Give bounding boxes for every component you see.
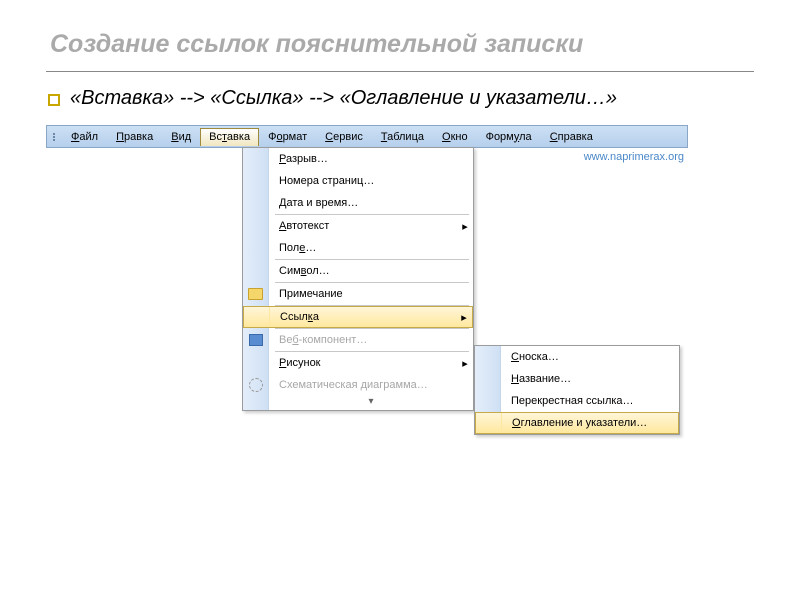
menu-item-label: Символ… — [269, 265, 457, 277]
slide-title: Создание ссылок пояснительной записки — [46, 30, 754, 59]
screenshot: ФайлПравкаВидВставкаФорматСервисТаблицаО… — [46, 125, 688, 455]
menu-item: Веб-компонент… — [243, 329, 473, 351]
submenu-item-icon — [475, 368, 501, 390]
menu-item-icon — [243, 352, 269, 374]
submenu-item[interactable]: Оглавление и указатели… — [475, 412, 679, 434]
submenu-item-icon — [475, 346, 501, 368]
submenu-item[interactable]: Перекрестная ссылка… — [475, 390, 679, 412]
menu-item-icon — [243, 374, 269, 396]
menu-файл[interactable]: Файл — [62, 128, 107, 146]
menu-item-icon — [243, 215, 269, 237]
menu-item[interactable]: Дата и время… — [243, 192, 473, 214]
menu-item[interactable]: Автотекст▸ — [243, 215, 473, 237]
instruction-text: «Вставка» --> «Ссылка» --> «Оглавление и… — [70, 86, 617, 111]
menu-item-label: Разрыв… — [269, 153, 457, 165]
menu-item-icon — [244, 307, 270, 327]
submenu-item-icon — [475, 390, 501, 412]
menu-separator — [243, 214, 473, 215]
menu-item: Схематическая диаграмма… — [243, 374, 473, 396]
menu-item-label: Поле… — [269, 242, 457, 254]
menu-item[interactable]: Поле… — [243, 237, 473, 259]
menu-item-icon — [243, 192, 269, 214]
menu-item[interactable]: Символ… — [243, 260, 473, 282]
link-submenu: Сноска… Название… Перекрестная ссылка… Огла… — [474, 345, 680, 435]
menu-item-icon — [243, 148, 269, 170]
submenu-item-label: Название… — [501, 373, 679, 385]
bullet-icon — [48, 94, 60, 106]
watermark: www.naprimerax.org — [584, 151, 684, 163]
submenu-item-label: Перекрестная ссылка… — [501, 395, 679, 407]
submenu-arrow-icon: ▸ — [457, 357, 473, 370]
submenu-item-label: Сноска… — [501, 351, 679, 363]
submenu-item-icon — [476, 413, 502, 433]
submenu-arrow-icon: ▸ — [457, 220, 473, 233]
menu-item-icon — [243, 170, 269, 192]
menu-item-label: Номера страниц… — [269, 175, 457, 187]
menu-окно[interactable]: Окно — [433, 128, 477, 146]
menu-вставка[interactable]: Вставка — [200, 128, 259, 146]
menu-таблица[interactable]: Таблица — [372, 128, 433, 146]
submenu-item[interactable]: Название… — [475, 368, 679, 390]
submenu-item[interactable]: Сноска… — [475, 346, 679, 368]
menu-expand[interactable]: ▾ — [243, 396, 473, 410]
menu-правка[interactable]: Правка — [107, 128, 162, 146]
divider — [46, 71, 754, 72]
menu-separator — [243, 328, 473, 329]
menu-item[interactable]: Номера страниц… — [243, 170, 473, 192]
menu-item-label: Примечание — [269, 288, 457, 300]
slide: Создание ссылок пояснительной записки «В… — [0, 0, 800, 455]
menu-item-icon — [243, 329, 269, 351]
menu-вид[interactable]: Вид — [162, 128, 200, 146]
submenu-arrow-icon: ▸ — [456, 311, 472, 324]
menu-item[interactable]: Примечание — [243, 283, 473, 305]
menu-формат[interactable]: Формат — [259, 128, 316, 146]
insert-menu: Разрыв… Номера страниц… Дата и время… Автот… — [242, 147, 474, 411]
submenu-item-label: Оглавление и указатели… — [502, 417, 678, 429]
menu-separator — [243, 351, 473, 352]
menu-item-icon — [243, 260, 269, 282]
menu-item-label: Ссылка — [270, 311, 456, 323]
menu-item-icon — [243, 237, 269, 259]
menubar-grip — [53, 126, 58, 147]
menu-формула[interactable]: Формула — [477, 128, 541, 146]
menu-item-label: Рисунок — [269, 357, 457, 369]
menu-item[interactable]: Ссылка▸ — [243, 306, 473, 328]
menu-item-label: Веб-компонент… — [269, 334, 457, 346]
menu-separator — [243, 282, 473, 283]
menu-item-icon — [243, 283, 269, 305]
menu-separator — [243, 259, 473, 260]
menubar: ФайлПравкаВидВставкаФорматСервисТаблицаО… — [46, 125, 688, 148]
menu-item-label: Автотекст — [269, 220, 457, 232]
menu-item[interactable]: Рисунок▸ — [243, 352, 473, 374]
menu-item-label: Дата и время… — [269, 197, 457, 209]
menu-separator — [243, 305, 473, 306]
instruction: «Вставка» --> «Ссылка» --> «Оглавление и… — [46, 86, 754, 111]
menu-сервис[interactable]: Сервис — [316, 128, 372, 146]
menu-item-label: Схематическая диаграмма… — [269, 379, 457, 391]
menu-справка[interactable]: Справка — [541, 128, 602, 146]
menu-item[interactable]: Разрыв… — [243, 148, 473, 170]
